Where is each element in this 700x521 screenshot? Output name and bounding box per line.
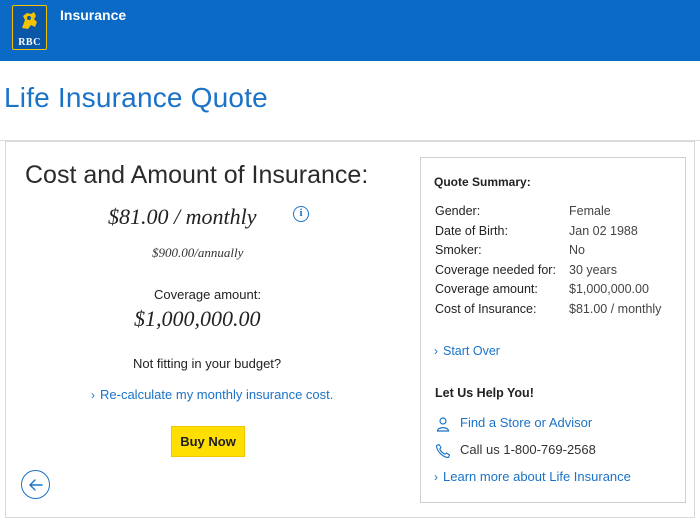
logo-text: RBC [18, 37, 41, 48]
summary-value-smoker: No [569, 243, 585, 257]
monthly-cost: $81.00 / monthly [108, 204, 257, 229]
arrow-left-icon [29, 479, 43, 491]
summary-title: Quote Summary: [434, 175, 531, 189]
chevron-right-icon: › [91, 388, 95, 402]
call-us[interactable]: Call us 1-800-769-2568 [435, 442, 596, 459]
budget-prompt: Not fitting in your budget? [133, 356, 282, 371]
coverage-label: Coverage amount: [154, 287, 261, 302]
find-store-link[interactable]: Find a Store or Advisor [435, 415, 592, 432]
find-store-label: Find a Store or Advisor [460, 415, 593, 430]
summary-value-dob: Jan 02 1988 [569, 224, 638, 238]
summary-value-coverage-term: 30 years [569, 263, 617, 277]
recalculate-link-label: Re-calculate my monthly insurance cost. [100, 387, 334, 402]
info-icon[interactable]: i [293, 206, 309, 222]
learn-more-link[interactable]: › Learn more about Life Insurance [434, 469, 631, 484]
start-over-label: Start Over [443, 344, 500, 358]
recalculate-link[interactable]: › Re-calculate my monthly insurance cost. [91, 387, 333, 402]
summary-label-cost: Cost of Insurance: [435, 302, 537, 316]
help-title: Let Us Help You! [435, 386, 534, 400]
summary-label-gender: Gender: [435, 204, 481, 218]
lion-emblem-icon [22, 12, 37, 29]
cost-heading: Cost and Amount of Insurance: [25, 161, 369, 189]
annual-cost: $900.00/annually [152, 245, 244, 260]
summary-label-smoker: Smoker: [435, 243, 482, 257]
learn-more-label: Learn more about Life Insurance [443, 469, 631, 484]
start-over-link[interactable]: › Start Over [434, 344, 500, 358]
summary-label-coverage-term: Coverage needed for: [435, 263, 556, 277]
page-title: Life Insurance Quote [4, 82, 268, 113]
summary-value-gender: Female [569, 204, 611, 218]
phone-icon [435, 443, 451, 458]
summary-value-coverage-amount: $1,000,000.00 [569, 282, 649, 296]
coverage-value: $1,000,000.00 [134, 306, 261, 331]
rbc-logo[interactable]: RBC [12, 5, 47, 50]
buy-now-button[interactable]: Buy Now [171, 426, 245, 457]
summary-value-cost: $81.00 / monthly [569, 302, 662, 316]
chevron-right-icon: › [434, 344, 438, 358]
summary-label-coverage-amount: Coverage amount: [435, 282, 538, 296]
chevron-right-icon: › [434, 470, 438, 484]
person-icon [436, 416, 450, 432]
call-us-label: Call us 1-800-769-2568 [460, 442, 596, 457]
nav-insurance-link[interactable]: Insurance [60, 7, 126, 23]
top-header: RBC Insurance [0, 0, 700, 61]
back-button[interactable] [21, 470, 50, 499]
summary-label-dob: Date of Birth: [435, 224, 508, 238]
